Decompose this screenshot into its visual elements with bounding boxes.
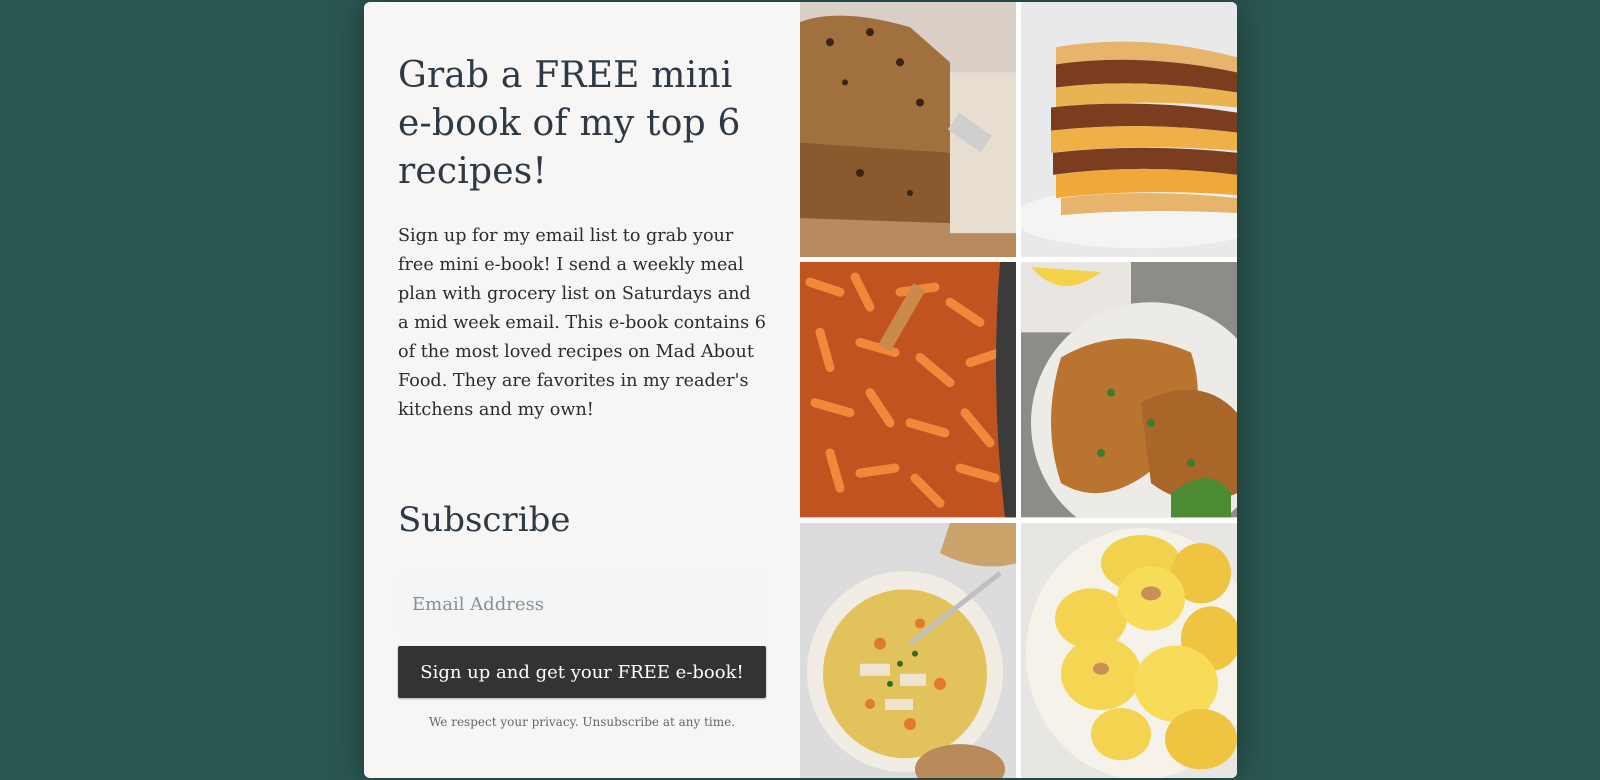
breaded-chicken-cutlet-photo: [1021, 262, 1237, 518]
headline: Grab a FREE mini e-book of my top 6 reci…: [398, 55, 741, 192]
subscribe-heading: Subscribe: [398, 500, 571, 540]
email-field[interactable]: [398, 575, 766, 633]
recipe-photo-grid: [800, 2, 1237, 778]
chocolate-chip-banana-bread-photo: [800, 2, 1016, 258]
penne-pasta-pot-photo: [800, 262, 1016, 518]
signup-button[interactable]: Sign up and get your FREE e-book!: [398, 646, 766, 698]
egg-bites-plate-photo: [1021, 522, 1237, 778]
signup-modal: Grab a FREE mini e-book of my top 6 reci…: [364, 2, 1237, 778]
beef-quesadilla-stack-photo: [1021, 2, 1237, 258]
chicken-vegetable-soup-photo: [800, 522, 1016, 778]
privacy-note: We respect your privacy. Unsubscribe at …: [428, 715, 736, 729]
description: Sign up for my email list to grab your f…: [398, 226, 766, 420]
signup-panel: Grab a FREE mini e-book of my top 6 reci…: [364, 2, 800, 778]
